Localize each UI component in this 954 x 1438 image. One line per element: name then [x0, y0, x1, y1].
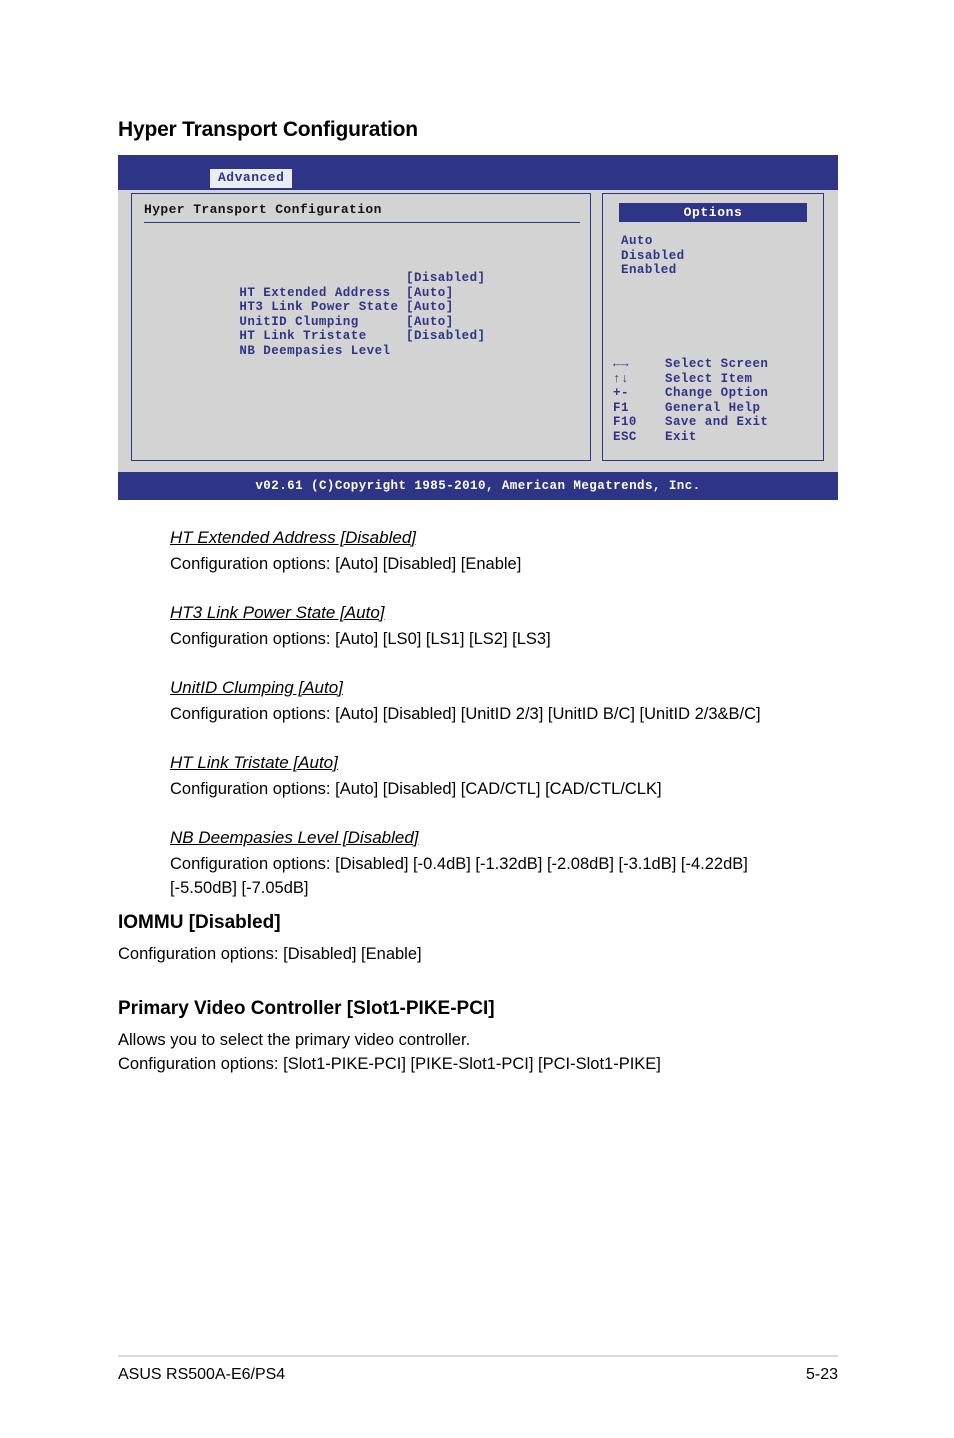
legend-action-label: Change Option — [665, 386, 769, 401]
left-right-arrow-icon: ←→ — [613, 357, 629, 371]
bios-panel-heading: Hyper Transport Configuration — [144, 202, 580, 223]
description-body: Configuration options: [Auto] [Disabled]… — [170, 555, 522, 573]
legend-row-select-screen: ←→ Select Screen — [613, 357, 823, 372]
description-body: Configuration options: [Disabled] [-0.4d… — [170, 855, 748, 897]
bios-menu-item-label: NB Deempasies Level — [239, 343, 391, 358]
bios-menu-list: HT Extended Address [Disabled] HT3 Link … — [144, 271, 580, 358]
up-down-arrow-icon: ↑↓ — [613, 371, 629, 386]
bios-screenshot-figure: Advanced Hyper Transport Configuration H… — [118, 155, 838, 500]
description-body: Configuration options: [Auto] [Disabled]… — [170, 705, 761, 723]
bios-menu-item-nb-deempasies-level[interactable]: NB Deempasies Level [Disabled] — [144, 329, 580, 358]
bios-menu-item-value[interactable]: [Disabled] — [406, 329, 486, 344]
bios-option-disabled[interactable]: Disabled — [621, 249, 685, 264]
description-ht-extended-address: HT Extended Address [Disabled] Configura… — [170, 526, 810, 576]
bios-settings-panel: Hyper Transport Configuration HT Extende… — [131, 193, 591, 461]
bios-option-auto[interactable]: Auto — [621, 234, 685, 249]
option-descriptions: HT Extended Address [Disabled] Configura… — [170, 526, 810, 925]
description-body: Configuration options: [Auto] [LS0] [LS1… — [170, 630, 551, 648]
legend-action-label: Select Screen — [665, 357, 769, 371]
bios-body: Hyper Transport Configuration HT Extende… — [118, 190, 838, 472]
bios-menu-item-value[interactable]: [Auto] — [406, 286, 454, 301]
legend-action-label: Save and Exit — [665, 415, 769, 430]
bios-tab-advanced[interactable]: Advanced — [210, 169, 293, 188]
plus-minus-icon: +- — [613, 386, 629, 401]
bios-menu-item-ht3-link-power-state[interactable]: HT3 Link Power State [Auto] — [144, 286, 580, 315]
section-primary-video-controller: Primary Video Controller [Slot1-PIKE-PCI… — [118, 998, 818, 1076]
description-title: HT3 Link Power State [Auto] — [170, 603, 385, 622]
bios-options-list: Auto Disabled Enabled — [621, 234, 685, 278]
legend-row-change-option: +- Change Option — [613, 386, 823, 401]
bios-menubar: Advanced — [118, 155, 838, 190]
section-iommu: IOMMU [Disabled] Configuration options: … — [118, 912, 818, 966]
footer-page-number: 5-23 — [805, 1366, 838, 1383]
description-ht-link-tristate: HT Link Tristate [Auto] Configuration op… — [170, 751, 810, 801]
section-heading: Primary Video Controller [Slot1-PIKE-PCI… — [118, 998, 495, 1019]
section-heading: IOMMU [Disabled] — [118, 912, 281, 933]
legend-row-general-help: F1 General Help — [613, 401, 823, 416]
bios-menu-item-value[interactable]: [Auto] — [406, 315, 454, 330]
description-title: NB Deempasies Level [Disabled] — [170, 828, 419, 847]
legend-row-save-and-exit: F10 Save and Exit — [613, 415, 823, 430]
bios-copyright-bar: v02.61 (C)Copyright 1985-2010, American … — [118, 472, 838, 500]
legend-row-select-item: ↑↓ Select Item — [613, 372, 823, 387]
bios-menu-item-value[interactable]: [Auto] — [406, 300, 454, 315]
footer-product-name: ASUS RS500A-E6/PS4 — [118, 1366, 286, 1383]
f10-key-icon: F10 — [613, 415, 637, 430]
bios-help-panel: Options Auto Disabled Enabled ←→ Select … — [602, 193, 824, 461]
section-body: Allows you to select the primary video c… — [118, 1031, 661, 1073]
footer-divider — [118, 1355, 838, 1357]
description-nb-deempasies-level: NB Deempasies Level [Disabled] Configura… — [170, 826, 810, 900]
page-title: Hyper Transport Configuration — [118, 118, 418, 141]
description-ht3-link-power-state: HT3 Link Power State [Auto] Configuratio… — [170, 601, 810, 651]
bios-menu-item-value[interactable]: [Disabled] — [406, 271, 486, 286]
bios-option-enabled[interactable]: Enabled — [621, 263, 685, 278]
bios-menu-item-ht-link-tristate[interactable]: HT Link Tristate [Auto] — [144, 315, 580, 344]
legend-action-label: General Help — [665, 400, 761, 415]
description-title: UnitID Clumping [Auto] — [170, 678, 343, 697]
legend-action-label: Exit — [665, 429, 697, 444]
description-title: HT Extended Address [Disabled] — [170, 528, 416, 547]
bios-menu-item-ht-extended-address[interactable]: HT Extended Address [Disabled] — [144, 271, 580, 300]
description-title: HT Link Tristate [Auto] — [170, 753, 338, 772]
f1-key-icon: F1 — [613, 400, 629, 415]
legend-row-exit: ESC Exit — [613, 430, 823, 445]
legend-action-label: Select Item — [665, 371, 753, 386]
bios-key-legend: ←→ Select Screen ↑↓ Select Item +- Chang… — [613, 357, 823, 445]
document-page: Hyper Transport Configuration Advanced H… — [0, 0, 954, 1438]
description-body: Configuration options: [Auto] [Disabled]… — [170, 780, 662, 798]
section-body: Configuration options: [Disabled] [Enabl… — [118, 945, 422, 963]
bios-options-title: Options — [619, 203, 807, 222]
esc-key-icon: ESC — [613, 429, 637, 444]
bios-menu-item-unitid-clumping[interactable]: UnitID Clumping [Auto] — [144, 300, 580, 329]
description-unitid-clumping: UnitID Clumping [Auto] Configuration opt… — [170, 676, 810, 726]
